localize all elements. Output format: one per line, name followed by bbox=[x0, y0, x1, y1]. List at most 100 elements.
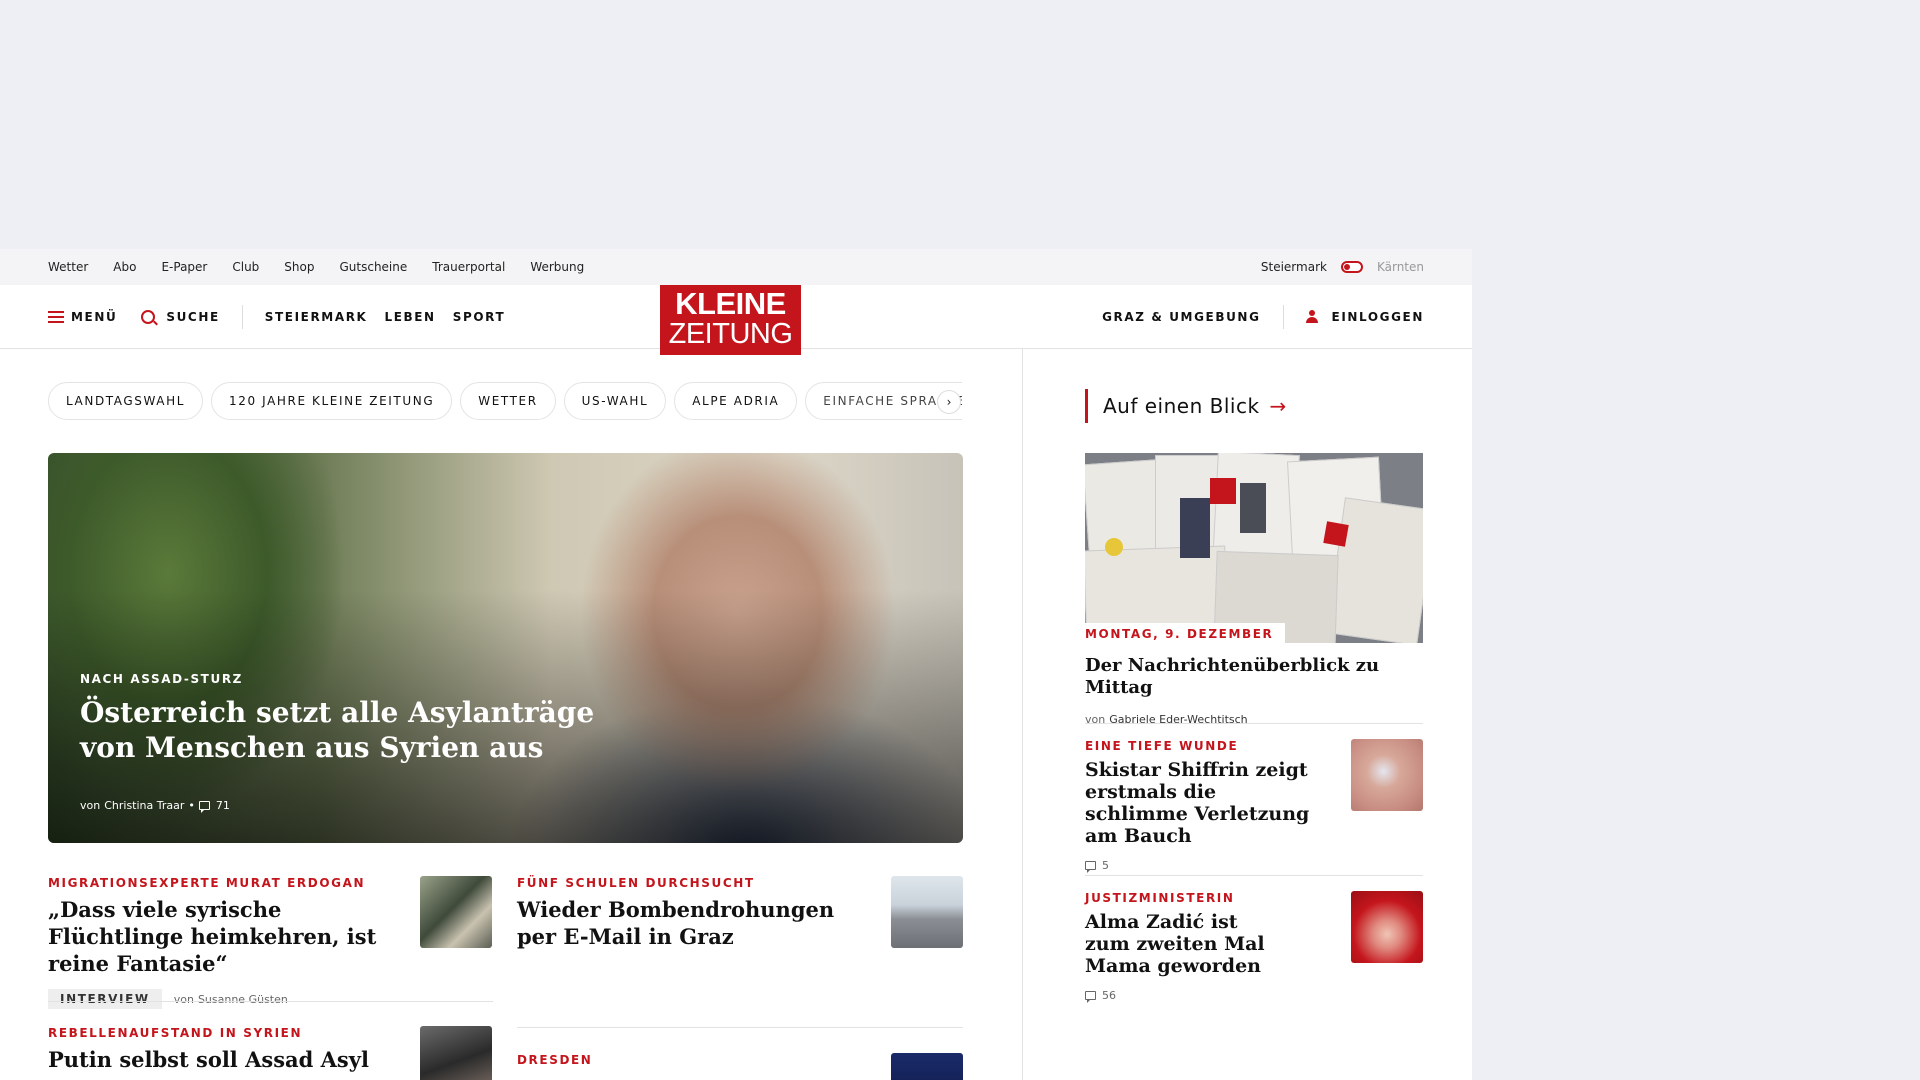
login-label: EINLOGGEN bbox=[1331, 309, 1424, 324]
search-icon bbox=[141, 309, 156, 324]
sidebar-main-meta: von Gabriele Eder-Wechtitsch bbox=[1085, 713, 1423, 726]
sidebar-main-by: von bbox=[1085, 713, 1106, 726]
sidebar-item-kicker: EINE TIEFE WUNDE bbox=[1085, 739, 1239, 753]
sidebar-heading-label: Auf einen Blick bbox=[1103, 394, 1260, 418]
utility-link-gutscheine[interactable]: Gutscheine bbox=[339, 260, 407, 274]
sidebar-thumbnail[interactable] bbox=[1351, 739, 1423, 811]
hero-image bbox=[48, 453, 963, 843]
meta-dot: • bbox=[188, 799, 195, 812]
logo-line2: ZEITUNG bbox=[668, 318, 793, 350]
sidebar-item-comments[interactable]: 5 bbox=[1102, 859, 1109, 872]
article-title[interactable]: Putin selbst soll Assad Asyl bbox=[48, 1046, 388, 1073]
login-button[interactable]: EINLOGGEN bbox=[1305, 309, 1424, 324]
hero-article[interactable]: NACH ASSAD-STURZ Österreich setzt alle A… bbox=[48, 453, 963, 843]
search-button[interactable]: SUCHE bbox=[141, 309, 220, 324]
hamburger-icon bbox=[48, 310, 64, 323]
utility-link-club[interactable]: Club bbox=[232, 260, 259, 274]
menu-label: MENÜ bbox=[71, 309, 118, 324]
sidebar-item-meta: 5 bbox=[1085, 859, 1315, 873]
sidebar-date: MONTAG, 9. DEZEMBER bbox=[1085, 623, 1286, 643]
user-icon bbox=[1305, 309, 1318, 324]
article-author[interactable]: Susanne Güsten bbox=[198, 993, 288, 1006]
article-divider bbox=[48, 1001, 493, 1002]
hero-author[interactable]: Christina Traar bbox=[104, 799, 184, 812]
chip-120-jahre[interactable]: 120 JAHRE KLEINE ZEITUNG bbox=[211, 382, 453, 420]
chevron-right-icon[interactable]: › bbox=[937, 390, 961, 414]
main-header: MENÜ SUCHE STEIERMARK LEBEN SPORT KLEINE… bbox=[0, 285, 1472, 355]
region-toggle[interactable] bbox=[1340, 261, 1363, 273]
article-thumbnail[interactable] bbox=[891, 1053, 963, 1080]
sidebar-item-comments[interactable]: 56 bbox=[1102, 989, 1116, 1002]
hero-meta: von Christina Traar • 71 bbox=[80, 799, 230, 813]
chip-alpe-adria[interactable]: ALPE ADRIA bbox=[674, 382, 798, 420]
comment-icon bbox=[198, 801, 210, 813]
sidebar-item-kicker: JUSTIZMINISTERIN bbox=[1085, 891, 1235, 905]
utility-link-wetter[interactable]: Wetter bbox=[48, 260, 88, 274]
sidebar-main-article[interactable]: Der Nachrichtenüberblick zu Mittag von G… bbox=[1085, 653, 1423, 726]
utility-link-trauerportal[interactable]: Trauerportal bbox=[432, 260, 505, 274]
utility-bar: Wetter Abo E-Paper Club Shop Gutscheine … bbox=[0, 249, 1472, 285]
article-by: von bbox=[173, 992, 194, 1006]
utility-link-werbung[interactable]: Werbung bbox=[530, 260, 584, 274]
sidebar-heading[interactable]: Auf einen Blick → bbox=[1085, 389, 1287, 423]
article-title[interactable]: Wieder Bombendrohungen per E-Mail in Gra… bbox=[517, 896, 837, 950]
header-divider bbox=[241, 304, 243, 329]
hero-kicker: NACH ASSAD-STURZ bbox=[80, 672, 243, 686]
header-right: GRAZ & UMGEBUNG EINLOGGEN bbox=[1102, 285, 1424, 348]
article-card[interactable]: REBELLENAUFSTAND IN SYRIEN Putin selbst … bbox=[48, 1026, 388, 1073]
sidebar-divider bbox=[1085, 875, 1423, 876]
sidebar-thumbnail[interactable] bbox=[1351, 891, 1423, 963]
kleine-zeitung-logo[interactable]: KLEINE ZEITUNG bbox=[660, 285, 801, 355]
hero-title[interactable]: Österreich setzt alle Asylanträge von Me… bbox=[80, 695, 600, 765]
comment-icon bbox=[1085, 861, 1096, 873]
ad-placeholder bbox=[0, 0, 1920, 249]
sidebar-main-title[interactable]: Der Nachrichtenüberblick zu Mittag bbox=[1085, 655, 1423, 699]
chip-wetter[interactable]: WETTER bbox=[460, 382, 556, 420]
article-card[interactable]: MIGRATIONSEXPERTE MURAT ERDOGAN „Dass vi… bbox=[48, 876, 388, 1009]
topic-chips: LANDTAGSWAHL 120 JAHRE KLEINE ZEITUNG WE… bbox=[48, 382, 962, 420]
article-kicker: DRESDEN bbox=[517, 1053, 593, 1067]
utility-link-epaper[interactable]: E-Paper bbox=[161, 260, 207, 274]
article-thumbnail[interactable] bbox=[420, 876, 492, 948]
logo-line1: KLEINE bbox=[675, 286, 786, 321]
comment-icon bbox=[1085, 991, 1096, 1003]
sidebar-item[interactable]: JUSTIZMINISTERIN Alma Zadić ist zum zwei… bbox=[1085, 891, 1315, 1003]
header-left: MENÜ SUCHE STEIERMARK LEBEN SPORT bbox=[48, 285, 505, 348]
region-kaernten[interactable]: Kärnten bbox=[1377, 260, 1424, 274]
sidebar-item-title[interactable]: Skistar Shiffrin zeigt erstmals die schl… bbox=[1085, 759, 1315, 847]
sidebar-divider bbox=[1085, 723, 1423, 724]
header-divider-right bbox=[1282, 304, 1284, 329]
region-steiermark[interactable]: Steiermark bbox=[1261, 260, 1327, 274]
column-divider bbox=[1022, 348, 1023, 1080]
nav-leben[interactable]: LEBEN bbox=[384, 310, 435, 324]
sidebar-main-author[interactable]: Gabriele Eder-Wechtitsch bbox=[1109, 713, 1247, 726]
chip-landtagswahl[interactable]: LANDTAGSWAHL bbox=[48, 382, 204, 420]
menu-button[interactable]: MENÜ bbox=[48, 310, 117, 324]
chip-us-wahl[interactable]: US-WAHL bbox=[563, 382, 667, 420]
sidebar-item-meta: 56 bbox=[1085, 989, 1315, 1003]
sidebar-item-title[interactable]: Alma Zadić ist zum zweiten Mal Mama gewo… bbox=[1085, 911, 1275, 977]
nav-sport[interactable]: SPORT bbox=[453, 310, 506, 324]
article-thumbnail[interactable] bbox=[891, 876, 963, 948]
nav-steiermark[interactable]: STEIERMARK bbox=[265, 310, 368, 324]
site-container: Wetter Abo E-Paper Club Shop Gutscheine … bbox=[0, 249, 1472, 1080]
arrow-right-icon: → bbox=[1269, 394, 1287, 418]
utility-link-abo[interactable]: Abo bbox=[113, 260, 136, 274]
article-title[interactable]: „Dass viele syrische Flüchtlinge heimkeh… bbox=[48, 896, 388, 977]
utility-link-shop[interactable]: Shop bbox=[284, 260, 314, 274]
article-thumbnail[interactable] bbox=[420, 1026, 492, 1080]
hero-comments[interactable]: 71 bbox=[216, 799, 230, 812]
article-kicker: FÜNF SCHULEN DURCHSUCHT bbox=[517, 876, 755, 890]
article-card[interactable]: FÜNF SCHULEN DURCHSUCHT Wieder Bombendro… bbox=[517, 876, 837, 950]
article-meta: INTERVIEW von Susanne Güsten bbox=[48, 989, 388, 1009]
hero-by: von bbox=[80, 799, 101, 812]
interview-badge: INTERVIEW bbox=[48, 989, 162, 1009]
nav-graz-umgebung[interactable]: GRAZ & UMGEBUNG bbox=[1102, 310, 1260, 324]
article-kicker: MIGRATIONSEXPERTE MURAT ERDOGAN bbox=[48, 876, 366, 890]
newspapers-image[interactable] bbox=[1085, 453, 1423, 643]
sidebar-item[interactable]: EINE TIEFE WUNDE Skistar Shiffrin zeigt … bbox=[1085, 739, 1315, 873]
article-divider bbox=[517, 1027, 963, 1028]
article-kicker: REBELLENAUFSTAND IN SYRIEN bbox=[48, 1026, 303, 1040]
article-card[interactable]: DRESDEN bbox=[517, 1053, 837, 1073]
search-label: SUCHE bbox=[166, 309, 220, 324]
